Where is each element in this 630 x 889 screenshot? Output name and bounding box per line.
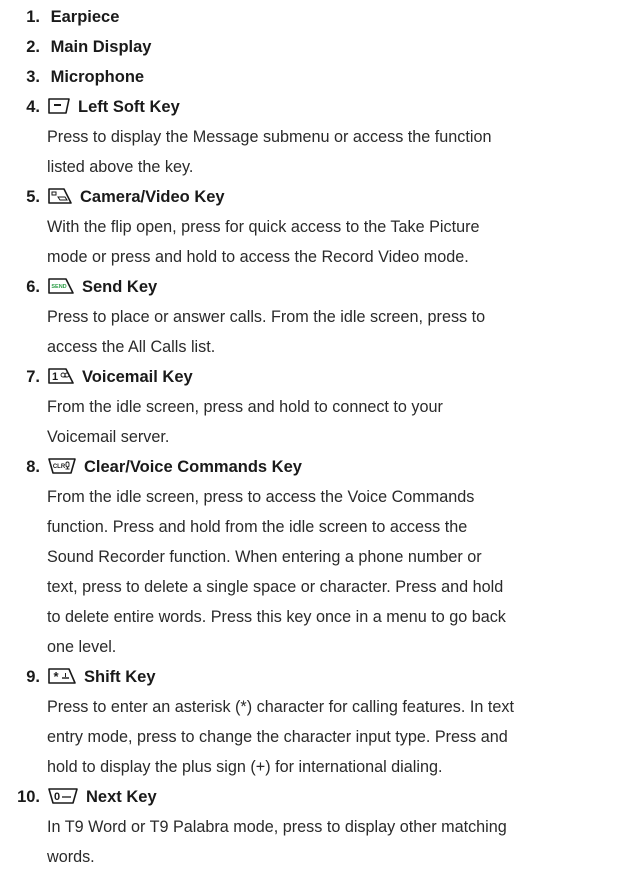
svg-text:0: 0 xyxy=(54,791,60,803)
item-description: Press to place or answer calls. From the… xyxy=(47,308,486,356)
item-number: 3. xyxy=(26,68,40,86)
item-number: 4. xyxy=(26,98,40,116)
item-title: Send Key xyxy=(82,278,158,296)
svg-text:SEND: SEND xyxy=(51,284,66,290)
item-title: Microphone xyxy=(50,68,145,86)
left-soft-key-icon xyxy=(46,97,72,115)
item-heading: 4. Left Soft Key xyxy=(0,92,180,122)
voicemail-key-icon: 1 xyxy=(46,367,76,385)
item-number: 1. xyxy=(26,8,40,26)
clear-key-icon: CLR xyxy=(46,457,78,475)
item-heading: 9. * Shift Key xyxy=(0,662,156,692)
item-title: Left Soft Key xyxy=(78,98,180,116)
item-description: In T9 Word or T9 Palabra mode, press to … xyxy=(47,818,507,866)
item-description: From the idle screen, press to access th… xyxy=(47,488,506,656)
item-number: 5. xyxy=(26,188,40,206)
svg-text:CLR: CLR xyxy=(53,464,66,470)
item-number: 6. xyxy=(26,278,40,296)
send-key-icon: SEND xyxy=(46,277,76,295)
item-number: 10. xyxy=(17,788,40,806)
item-heading: 2. Main Display xyxy=(0,32,151,62)
item-heading: 3. Microphone xyxy=(0,62,144,92)
item-heading: 1. Earpiece xyxy=(0,2,119,32)
item-number: 9. xyxy=(26,668,40,686)
item-heading: 5. Camera/Video Key xyxy=(0,182,225,212)
item-heading: 7. 1 Voicemail Key xyxy=(0,362,193,392)
item-description: Press to enter an asterisk (*) character… xyxy=(47,698,514,776)
item-title: Shift Key xyxy=(84,668,156,686)
item-description: With the flip open, press for quick acce… xyxy=(47,218,480,266)
item-heading: 8. CLR Clear/Voice Commands Key xyxy=(0,452,302,482)
next-key-icon: 0 xyxy=(46,787,80,805)
item-title: Clear/Voice Commands Key xyxy=(84,458,302,476)
item-title: Next Key xyxy=(86,788,157,806)
shift-key-icon: * xyxy=(46,667,78,685)
item-heading: 6. SEND Send Key xyxy=(0,272,157,302)
item-title: Voicemail Key xyxy=(82,368,193,386)
item-title: Earpiece xyxy=(50,8,120,26)
item-number: 8. xyxy=(26,458,40,476)
item-title: Main Display xyxy=(50,38,152,56)
item-number: 2. xyxy=(26,38,40,56)
item-number: 7. xyxy=(26,368,40,386)
camera-key-icon xyxy=(46,187,74,205)
item-description: From the idle screen, press and hold to … xyxy=(47,398,443,446)
item-heading: 10. 0 Next Key xyxy=(0,782,157,812)
svg-text:1: 1 xyxy=(52,371,58,383)
item-title: Camera/Video Key xyxy=(80,188,225,206)
item-description: Press to display the Message submenu or … xyxy=(47,128,492,176)
